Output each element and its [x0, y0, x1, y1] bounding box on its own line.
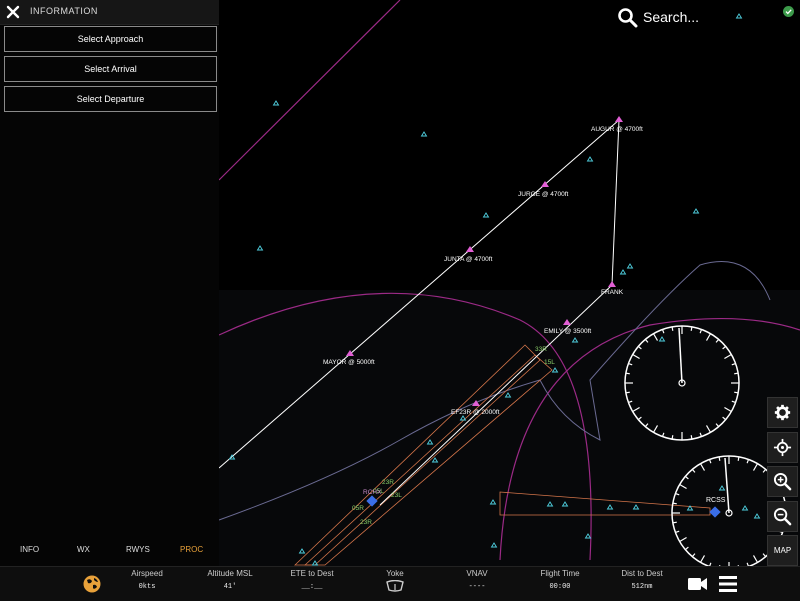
altitude-label: Altitude MSL [207, 569, 253, 578]
vnav-value: ---- [468, 583, 486, 591]
zoom-out-icon [773, 507, 792, 526]
select-departure-button[interactable]: Select Departure [4, 86, 217, 112]
flight-time-readout: Flight Time 00:00 [536, 569, 584, 591]
flight-time-label: Flight Time [540, 569, 580, 578]
search-label: Search... [643, 9, 700, 25]
compass-tick [625, 372, 630, 375]
check-status-icon [783, 6, 794, 17]
tab-wx[interactable]: WX [77, 545, 90, 554]
camera-icon[interactable] [688, 577, 708, 591]
tab-proc[interactable]: PROC [180, 545, 203, 554]
select-approach-button[interactable]: Select Approach [4, 26, 217, 52]
airspeed-value: 0kts [138, 583, 156, 591]
globe-icon[interactable] [83, 575, 101, 593]
search-button[interactable]: Search... [617, 7, 737, 29]
select-arrival-button[interactable]: Select Arrival [4, 56, 217, 82]
altitude-value: 41' [223, 583, 237, 591]
dist-label: Dist to Dest [621, 569, 663, 578]
settings-button[interactable] [767, 397, 798, 428]
yoke-label: Yoke [386, 569, 404, 578]
compass-tick [672, 521, 677, 524]
waypoint-label: EMILY @ 3500ft [544, 328, 591, 335]
dist-readout: Dist to Dest 512nm [617, 569, 667, 591]
panel-title: INFORMATION [30, 6, 98, 16]
zoom-out-button[interactable] [767, 501, 798, 532]
gear-icon [774, 404, 791, 421]
ete-readout: ETE to Dest __:__ [287, 569, 337, 591]
compass-tick [625, 391, 630, 394]
flight-time-value: 00:00 [549, 583, 571, 591]
waypoint-label: AUGUR @ 4700ft [591, 126, 643, 133]
waypoint-label: MAYOR @ 5000ft [323, 359, 375, 366]
altitude-readout: Altitude MSL 41' [203, 569, 257, 591]
compass-tick [671, 326, 674, 331]
compass-tick [671, 435, 674, 440]
runway-label: 23L [391, 492, 402, 499]
runway-label: RCHX [363, 489, 382, 496]
dist-value: 512nm [631, 583, 653, 591]
compass-tick [737, 456, 740, 461]
search-icon [618, 8, 638, 28]
yoke-icon [386, 579, 404, 592]
ete-value: __:__ [301, 583, 323, 591]
compass-tick [734, 372, 739, 375]
yoke-readout[interactable]: Yoke [378, 569, 412, 594]
compass-tick [690, 326, 693, 331]
crosshair-icon [773, 438, 792, 457]
zoom-in-button[interactable] [767, 466, 798, 497]
vnav-readout: VNAV ---- [460, 569, 494, 591]
vnav-label: VNAV [466, 569, 488, 578]
information-panel: INFORMATION Select Approach Select Arriv… [0, 0, 219, 566]
status-bar: Airspeed 0kts Altitude MSL 41' ETE to De… [0, 566, 800, 601]
waypoint-label: JURGE @ 4700ft [518, 191, 569, 198]
waypoint-label: EF23R @ 2000ft [451, 409, 500, 416]
compass-tick [718, 456, 721, 461]
compass-tick [672, 502, 677, 505]
map-mode-button[interactable]: MAP [767, 535, 798, 566]
waypoint-label: FRANK [601, 289, 624, 296]
runway-label: 15L [544, 359, 555, 366]
ete-label: ETE to Dest [290, 569, 334, 578]
terrain-shade [219, 290, 800, 566]
recenter-button[interactable] [767, 432, 798, 463]
runway-label: 23R [382, 479, 394, 486]
close-icon[interactable] [6, 5, 20, 19]
tab-info[interactable]: INFO [20, 545, 39, 554]
map-mode-label: MAP [773, 546, 792, 555]
compass-tick [734, 391, 739, 394]
hamburger-menu-icon[interactable] [719, 576, 737, 592]
compass-tick [690, 435, 693, 440]
tab-rwys[interactable]: RWYS [126, 545, 150, 554]
airport-label: RCSS [706, 497, 726, 504]
runway-label: 23R [360, 519, 372, 526]
panel-header: INFORMATION [0, 0, 219, 25]
airspeed-readout: Airspeed 0kts [125, 569, 169, 591]
runway-label: 33R [535, 346, 547, 353]
waypoint-label: JUNTA @ 4700ft [444, 256, 493, 263]
zoom-in-icon [773, 472, 792, 491]
airspeed-label: Airspeed [131, 569, 163, 578]
runway-label: 05R [352, 505, 364, 512]
